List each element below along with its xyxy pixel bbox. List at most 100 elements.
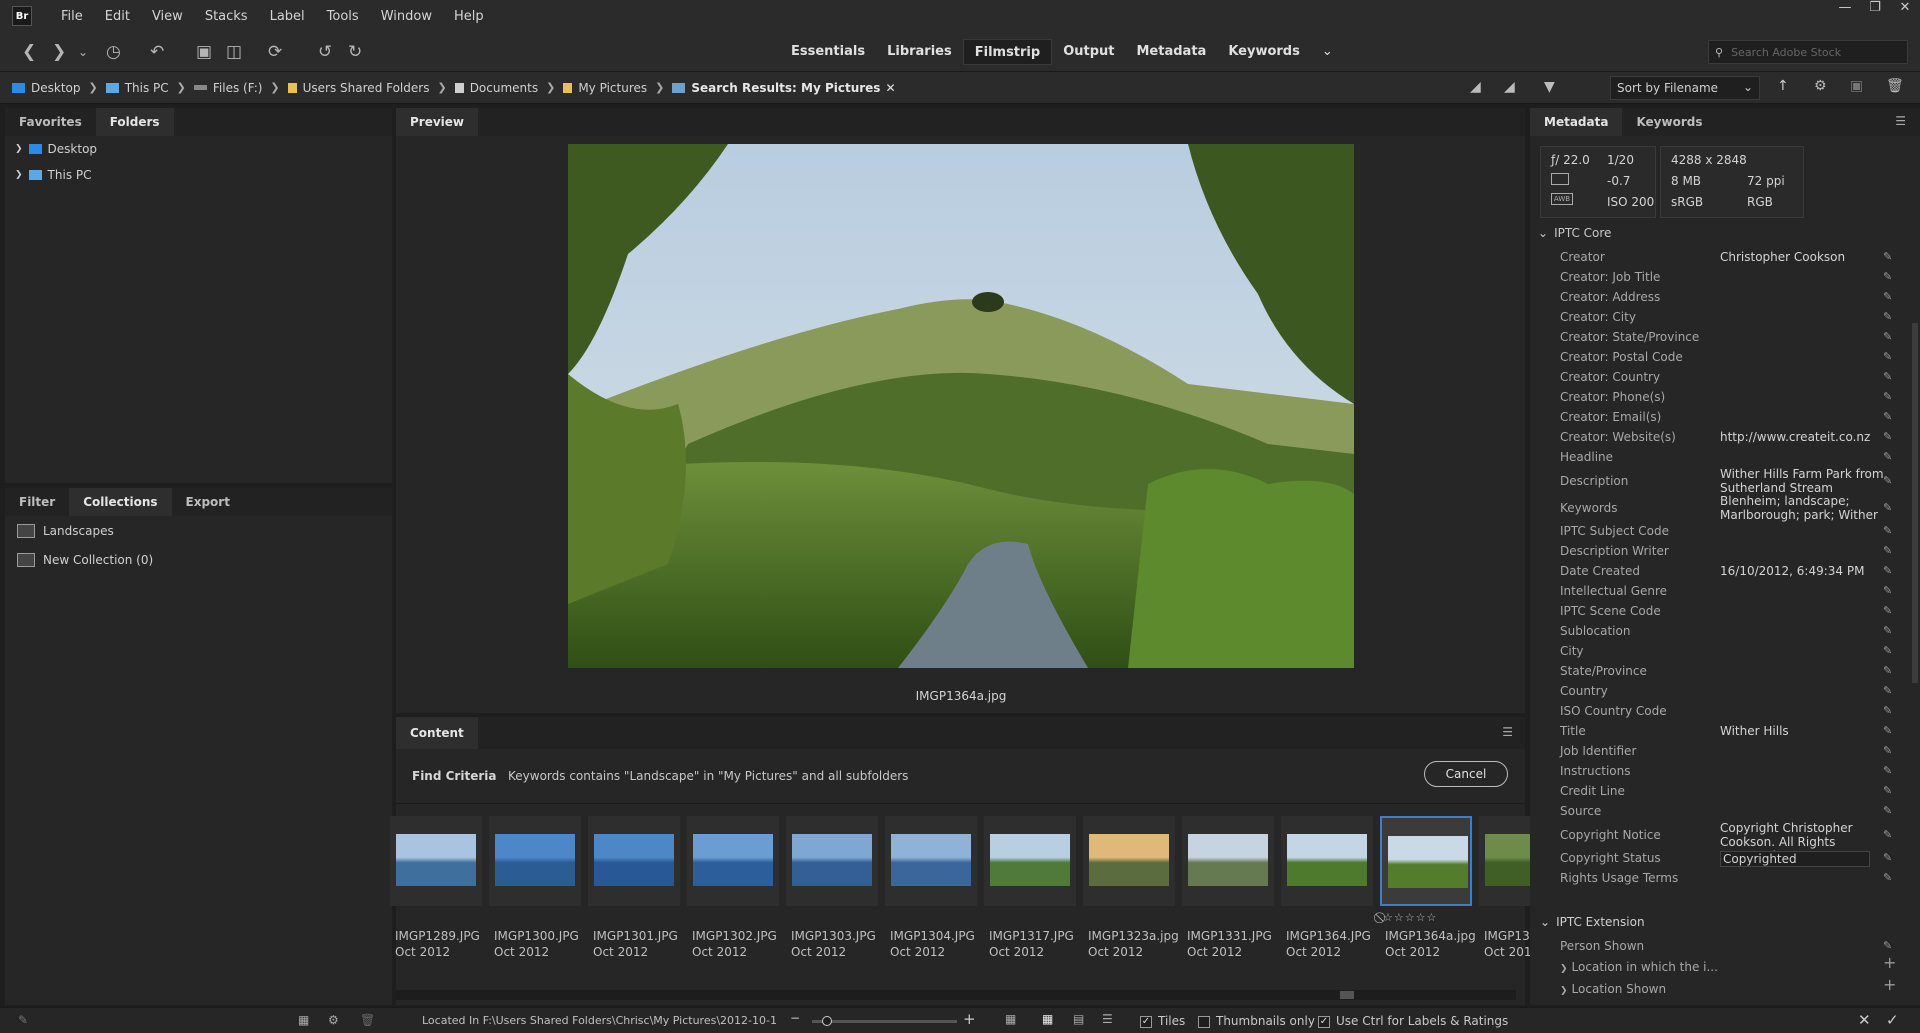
pencil-icon[interactable]: ✎ <box>1883 250 1892 264</box>
pencil-icon[interactable]: ✎ <box>1883 350 1892 364</box>
edit-icon[interactable]: ✎ <box>18 1013 28 1027</box>
crumb-desktop[interactable]: Desktop <box>12 81 81 95</box>
chevron-down-icon[interactable]: ⌄ <box>78 42 88 62</box>
sort-select[interactable]: Sort by Filename ⌄ <box>1610 76 1760 100</box>
sort-ascending-icon[interactable]: ↑ <box>1777 78 1789 94</box>
chevron-right-icon[interactable]: ❯ <box>15 144 23 154</box>
workspace-filmstrip[interactable]: Filmstrip <box>962 39 1053 65</box>
thumbnail-card[interactable] <box>1380 816 1472 906</box>
chevron-right-icon[interactable]: ❯ <box>15 170 23 180</box>
pencil-icon[interactable]: ✎ <box>1883 828 1892 842</box>
zoom-slider-handle[interactable] <box>822 1016 832 1026</box>
thumbnail-card[interactable] <box>390 816 482 906</box>
menu-help[interactable]: Help <box>443 9 495 24</box>
metadata-row[interactable]: Creator: Address ✎ <box>1560 290 1900 304</box>
pencil-icon[interactable]: ✎ <box>1883 564 1892 578</box>
menu-view[interactable]: View <box>141 9 194 24</box>
metadata-row[interactable]: Creator: Phone(s) ✎ <box>1560 390 1900 404</box>
pencil-icon[interactable]: ✎ <box>1883 664 1892 678</box>
metadata-row[interactable]: Instructions ✎ <box>1560 764 1900 778</box>
rotate-left-icon[interactable]: ↺ <box>318 42 332 62</box>
thumbnail-card[interactable] <box>687 816 779 906</box>
pencil-icon[interactable]: ✎ <box>1883 450 1892 464</box>
pencil-icon[interactable]: ✎ <box>1883 390 1892 404</box>
pencil-icon[interactable]: ✎ <box>1883 744 1892 758</box>
pencil-icon[interactable]: ✎ <box>1883 430 1892 444</box>
pencil-icon[interactable]: ✎ <box>1883 724 1892 738</box>
menu-file[interactable]: File <box>50 9 94 24</box>
close-search-icon[interactable]: ✕ <box>885 81 895 95</box>
metadata-row[interactable]: Job Identifier ✎ <box>1560 744 1900 758</box>
metadata-row[interactable]: IPTC Subject Code ✎ <box>1560 524 1900 538</box>
grid-view-icon[interactable]: ▦ <box>1005 1012 1016 1026</box>
thumbnail-card[interactable] <box>1281 816 1373 906</box>
zoom-out-icon[interactable]: − <box>790 1011 800 1025</box>
cancel-button[interactable]: Cancel <box>1424 761 1508 787</box>
metadata-row[interactable]: Copyright Notice Copyright Christopher Co… <box>1560 821 1900 863</box>
metadata-row[interactable]: Sublocation ✎ <box>1560 624 1900 638</box>
pencil-icon[interactable]: ✎ <box>1883 871 1892 885</box>
crumb-documents[interactable]: Documents <box>454 81 538 95</box>
thumbnail-card[interactable] <box>1182 816 1274 906</box>
open-recent-icon[interactable]: ⚙ <box>1814 78 1827 94</box>
collection-landscapes[interactable]: Landscapes <box>17 524 114 538</box>
metadata-row[interactable]: Creator: Job Title ✎ <box>1560 270 1900 284</box>
chevron-right-icon[interactable]: ❯ <box>270 81 279 94</box>
metadata-row[interactable]: Creator: Email(s) ✎ <box>1560 410 1900 424</box>
checkbox-checked-icon[interactable]: ✓ <box>1140 1015 1152 1028</box>
checkbox-icon[interactable] <box>1198 1015 1210 1028</box>
folder-item-this-pc[interactable]: ❯ This PC <box>15 168 92 182</box>
camera-icon[interactable]: ▣ <box>196 42 212 62</box>
new-collection-icon[interactable]: ▦ <box>298 1013 309 1027</box>
pencil-icon[interactable]: ✎ <box>1883 939 1892 953</box>
pencil-icon[interactable]: ✎ <box>1883 474 1892 488</box>
chevron-right-icon[interactable]: ❯ <box>1560 986 1568 996</box>
pencil-icon[interactable]: ✎ <box>1883 310 1892 324</box>
minimize-icon[interactable]: — <box>1830 0 1860 22</box>
menu-edit[interactable]: Edit <box>94 9 141 24</box>
iptc-core-section[interactable]: ⌄ IPTC Core <box>1538 226 1611 240</box>
pencil-icon[interactable]: ✎ <box>1883 604 1892 618</box>
metadata-row[interactable]: Description Writer ✎ <box>1560 544 1900 558</box>
quality-icon[interactable]: ◢ <box>1470 79 1481 95</box>
checkbox-checked-icon[interactable]: ✓ <box>1318 1015 1330 1028</box>
ext-row-location-shown[interactable]: ❯ Location Shown + <box>1560 977 1900 998</box>
pencil-icon[interactable]: ✎ <box>1883 370 1892 384</box>
delete-collection-icon[interactable]: 🗑 <box>360 1013 375 1027</box>
chevron-right-icon[interactable]: ❯ <box>655 81 664 94</box>
thumbnail-image[interactable] <box>1287 834 1367 886</box>
tab-content[interactable]: Content <box>396 717 478 749</box>
metadata-row[interactable]: Credit Line ✎ <box>1560 784 1900 798</box>
metadata-row[interactable]: Creator: Website(s) http://www.createit.c… <box>1560 430 1900 444</box>
menu-window[interactable]: Window <box>370 9 443 24</box>
tab-preview[interactable]: Preview <box>396 108 479 136</box>
thumbnail-image[interactable] <box>990 834 1070 886</box>
iptc-extension-section[interactable]: ⌄ IPTC Extension <box>1540 915 1645 929</box>
thumbnail-image[interactable] <box>1089 834 1169 886</box>
forward-icon[interactable]: ❯ <box>52 42 66 62</box>
restore-icon[interactable]: ❐ <box>1860 0 1890 22</box>
zoom-in-icon[interactable]: + <box>963 1010 976 1028</box>
thumbnail-card[interactable] <box>1083 816 1175 906</box>
ext-row-location-created[interactable]: ❯ Location in which the i... + <box>1560 955 1900 976</box>
metadata-row[interactable]: State/Province ✎ <box>1560 664 1900 678</box>
metadata-row[interactable]: Date Created 16/10/2012, 6:49:34 PM ✎ <box>1560 564 1900 578</box>
tab-metadata[interactable]: Metadata <box>1530 108 1623 136</box>
workspace-output[interactable]: Output <box>1052 39 1125 65</box>
refine-icon[interactable]: ◫ <box>226 42 242 62</box>
metadata-row[interactable]: Creator: City ✎ <box>1560 310 1900 324</box>
pencil-icon[interactable]: ✎ <box>1883 290 1892 304</box>
thumbnail-image[interactable] <box>1188 834 1268 886</box>
preview-image[interactable] <box>568 144 1354 668</box>
thumbnail-card[interactable] <box>489 816 581 906</box>
metadata-row[interactable]: Intellectual Genre ✎ <box>1560 584 1900 598</box>
thumbnail-image[interactable] <box>891 834 971 886</box>
metadata-row[interactable]: Description Wither Hills Farm Park from S… <box>1560 467 1900 495</box>
cancel-edit-icon[interactable]: ✕ <box>1858 1011 1871 1029</box>
thumbnail-card[interactable] <box>786 816 878 906</box>
metadata-row[interactable]: Creator: Postal Code ✎ <box>1560 350 1900 364</box>
ctrl-labels-toggle[interactable]: ✓ Use Ctrl for Labels & Ratings <box>1318 1014 1508 1028</box>
pencil-icon[interactable]: ✎ <box>1883 684 1892 698</box>
panel-menu-icon[interactable]: ☰ <box>1502 725 1513 739</box>
chevron-right-icon[interactable]: ❯ <box>1560 964 1568 974</box>
